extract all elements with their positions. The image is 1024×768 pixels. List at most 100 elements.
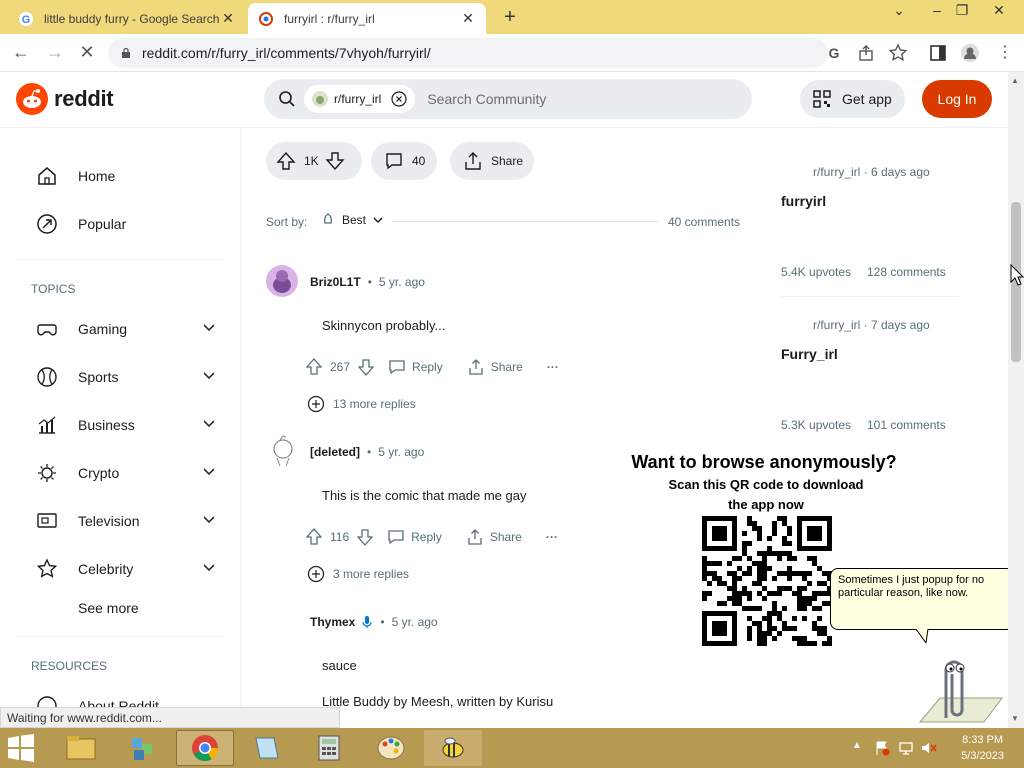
taskbar-paint[interactable] xyxy=(362,730,420,766)
clippy-paperclip-icon[interactable] xyxy=(910,648,1006,724)
svg-text:G: G xyxy=(22,14,31,26)
menu-kebab-icon[interactable]: ⋮ xyxy=(994,42,1016,62)
google-lens-icon[interactable]: G xyxy=(824,43,844,63)
sort-dropdown[interactable]: Best xyxy=(322,213,384,227)
sidebar-item-sports[interactable]: Sports xyxy=(36,366,216,388)
qr-code-icon xyxy=(813,90,831,108)
comment-author[interactable]: Briz0L1T xyxy=(310,275,361,289)
taskbar-calculator[interactable] xyxy=(300,730,358,766)
login-button[interactable]: Log In xyxy=(922,80,992,118)
volume-muted-icon[interactable] xyxy=(920,740,938,756)
related-post-title[interactable]: furry⁡irl xyxy=(781,193,826,209)
community-chip[interactable]: r/furry_irl xyxy=(304,85,416,113)
downvote-icon[interactable] xyxy=(357,528,374,546)
sidebar-item-business[interactable]: Business xyxy=(36,414,216,436)
browser-status-bar: Waiting for www.reddit.com... xyxy=(0,707,340,728)
new-tab-button[interactable]: + xyxy=(500,6,520,29)
business-chart-icon xyxy=(38,416,56,434)
see-more-button[interactable]: See more xyxy=(78,600,198,616)
related-post-meta[interactable]: r/furry_irl · 7 days ago xyxy=(813,318,930,332)
clippy-speech-bubble: Sometimes I just popup for no particular… xyxy=(830,568,1014,630)
svg-text:G: G xyxy=(829,45,840,61)
sidebar-item-celebrity[interactable]: Celebrity xyxy=(36,558,216,580)
television-icon xyxy=(37,513,57,528)
qr-code-image xyxy=(702,516,832,646)
sidebar-divider xyxy=(16,259,225,260)
profile-icon[interactable] xyxy=(960,43,980,63)
post-vote-count: 1K xyxy=(304,154,319,168)
restore-button[interactable]: ❐ xyxy=(947,2,977,19)
taskbar-notepad[interactable] xyxy=(238,730,296,766)
upvote-icon[interactable] xyxy=(306,358,322,376)
more-replies-button[interactable]: 13 more replies xyxy=(307,395,416,413)
share-page-icon[interactable] xyxy=(856,43,876,63)
chrome-loading-icon xyxy=(259,11,273,26)
url-field[interactable]: reddit.com/r/furry_irl/comments/7vhyoh/f… xyxy=(108,38,828,68)
reddit-logo[interactable]: reddit xyxy=(16,83,114,115)
tray-chevron-icon[interactable]: ▲ xyxy=(852,740,862,751)
close-window-button[interactable]: ✕ xyxy=(984,2,1014,19)
share-button[interactable]: Share xyxy=(490,530,522,544)
downvote-icon[interactable] xyxy=(358,358,375,376)
avatar[interactable] xyxy=(268,434,298,468)
google-icon: G xyxy=(19,11,33,26)
tab-close-icon[interactable]: ✕ xyxy=(220,10,236,27)
clear-chip-icon[interactable] xyxy=(391,91,407,107)
sidebar-divider xyxy=(16,636,225,637)
sidebar-item-popular[interactable]: Popular xyxy=(36,213,216,235)
sidebar-item-television[interactable]: Television xyxy=(36,510,216,532)
resources-heading: RESOURCES xyxy=(31,659,108,673)
taskbar-app-cubes[interactable] xyxy=(114,730,172,766)
bookmark-star-icon[interactable] xyxy=(888,43,908,63)
upvote-icon[interactable] xyxy=(276,151,296,171)
comment-author[interactable]: Thymex xyxy=(310,615,355,629)
chevron-down-icon xyxy=(203,420,215,428)
more-replies-button[interactable]: 3 more replies xyxy=(307,565,409,583)
get-app-button[interactable]: Get app xyxy=(800,80,905,118)
taskbar-file-explorer[interactable] xyxy=(52,730,110,766)
tab-title: little buddy furry - Google Search xyxy=(44,11,220,26)
tab-reddit[interactable]: furry⁡irl : r/furry_irl ✕ xyxy=(248,3,486,34)
scroll-down-arrow-icon[interactable]: ▼ xyxy=(1011,714,1019,723)
sidebar-item-gaming[interactable]: Gaming xyxy=(36,318,216,340)
home-icon xyxy=(38,167,56,185)
taskbar-app-bee[interactable] xyxy=(424,730,482,766)
crypto-icon xyxy=(38,464,56,482)
system-clock[interactable]: 8:33 PM 5/3/2023 xyxy=(961,732,1004,764)
sidebar-item-label: Sports xyxy=(78,369,119,385)
action-center-flag-icon[interactable] xyxy=(874,740,890,756)
tab-search-icon[interactable]: ⌄ xyxy=(884,2,914,19)
related-post-meta[interactable]: r/furry_irl · 6 days ago xyxy=(813,165,930,179)
sidebar-item-crypto[interactable]: Crypto xyxy=(36,462,216,484)
stop-icon[interactable]: ✕ xyxy=(76,42,98,63)
community-search[interactable]: r/furry_irl Search Community xyxy=(264,79,752,119)
network-icon[interactable] xyxy=(898,740,914,756)
side-panel-icon[interactable] xyxy=(928,43,948,63)
more-options-icon[interactable]: ··· xyxy=(547,360,559,374)
tab-close-icon[interactable]: ✕ xyxy=(460,10,476,27)
post-comments-button[interactable]: 40 xyxy=(371,142,437,180)
tab-google-search[interactable]: G little buddy furry - Google Search ✕ xyxy=(8,3,246,34)
forward-icon[interactable]: → xyxy=(44,42,66,63)
scroll-up-arrow-icon[interactable]: ▲ xyxy=(1011,76,1019,85)
more-options-icon[interactable]: ··· xyxy=(546,530,558,544)
reply-button[interactable]: Reply xyxy=(412,360,443,374)
reply-button[interactable]: Reply xyxy=(411,530,442,544)
chevron-down-icon xyxy=(373,217,383,223)
post-share-button[interactable]: Share xyxy=(450,142,534,180)
downvote-icon[interactable] xyxy=(325,151,345,171)
chevron-down-icon xyxy=(203,468,215,476)
comment-actions: 267 Reply Share ··· xyxy=(306,358,559,376)
avatar[interactable] xyxy=(266,265,298,297)
related-post-title[interactable]: Furry_irl xyxy=(781,346,838,362)
taskbar-chrome[interactable] xyxy=(176,730,234,766)
start-windows-icon[interactable] xyxy=(6,734,36,762)
related-post-comments: 101 comments xyxy=(867,418,946,432)
upvote-icon[interactable] xyxy=(306,528,322,546)
page-scrollbar[interactable]: ▲ ▼ xyxy=(1008,72,1024,728)
cubes-icon xyxy=(132,738,152,760)
share-button[interactable]: Share xyxy=(491,360,523,374)
back-icon[interactable]: ← xyxy=(10,42,32,63)
comment-body-line-2: Little Buddy by Meesh, written by Kurisu xyxy=(322,694,554,709)
sidebar-item-home[interactable]: Home xyxy=(36,165,216,187)
